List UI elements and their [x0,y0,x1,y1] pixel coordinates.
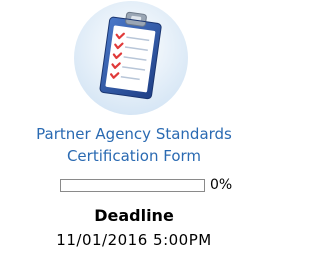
form-title-line1[interactable]: Partner Agency Standards [0,123,268,145]
progress-bar [60,179,205,192]
deadline-label: Deadline [94,206,174,225]
form-title-line2[interactable]: Certification Form [0,145,268,167]
deadline-value: 11/01/2016 5:00PM [56,231,212,249]
form-card[interactable]: Partner Agency Standards Certification F… [0,0,268,255]
progress-percent-label: 0% [210,177,233,193]
clipboard-checklist-icon[interactable] [70,0,192,120]
form-title-link[interactable]: Partner Agency Standards Certification F… [0,123,268,167]
